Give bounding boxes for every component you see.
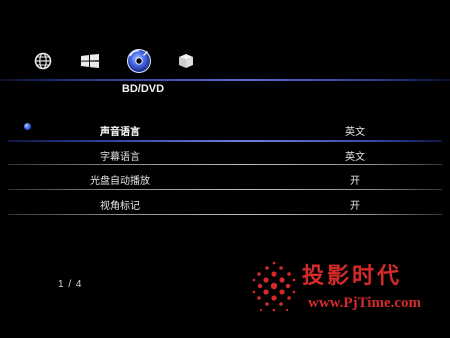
row-value[interactable]: 开 [325,172,385,187]
settings-tab-bar [30,46,230,76]
row-value[interactable]: 开 [325,197,385,212]
globe-icon[interactable] [34,52,52,70]
page-indicator: 1 / 4 [58,279,83,290]
page-title: BD/DVD [121,83,165,95]
watermark-chinese-text: 投影时代 [302,264,403,289]
settings-row-audio-language[interactable]: 声音语言 英文 [0,118,450,142]
settings-row-angle-mark[interactable]: 视角标记 开 [0,192,450,216]
watermark: 投影时代 www.PjTime.com [250,258,450,326]
row-label: 光盘自动播放 [90,176,150,187]
settings-row-disc-autoplay[interactable]: 光盘自动播放 开 [0,167,450,191]
row-divider [8,164,442,165]
watermark-url-text: www.PjTime.com [308,295,422,311]
row-value[interactable]: 英文 [325,148,385,163]
windows-icon[interactable] [80,54,100,68]
watermark-logo-icon [252,261,296,312]
row-divider [8,189,442,190]
bd-dvd-settings-screen: BD/DVD 声音语言 英文 字幕语言 英文 光盘自动播放 开 视角标记 开 1… [0,0,450,338]
row-divider [8,214,442,215]
row-label: 声音语言 [100,127,140,138]
disc-icon[interactable] [126,48,152,74]
tab-underline [0,79,450,81]
row-divider [8,140,442,142]
row-value[interactable]: 英文 [325,123,385,138]
row-label: 视角标记 [100,201,140,212]
cube-icon[interactable] [178,53,194,69]
row-label: 字幕语言 [100,152,140,163]
